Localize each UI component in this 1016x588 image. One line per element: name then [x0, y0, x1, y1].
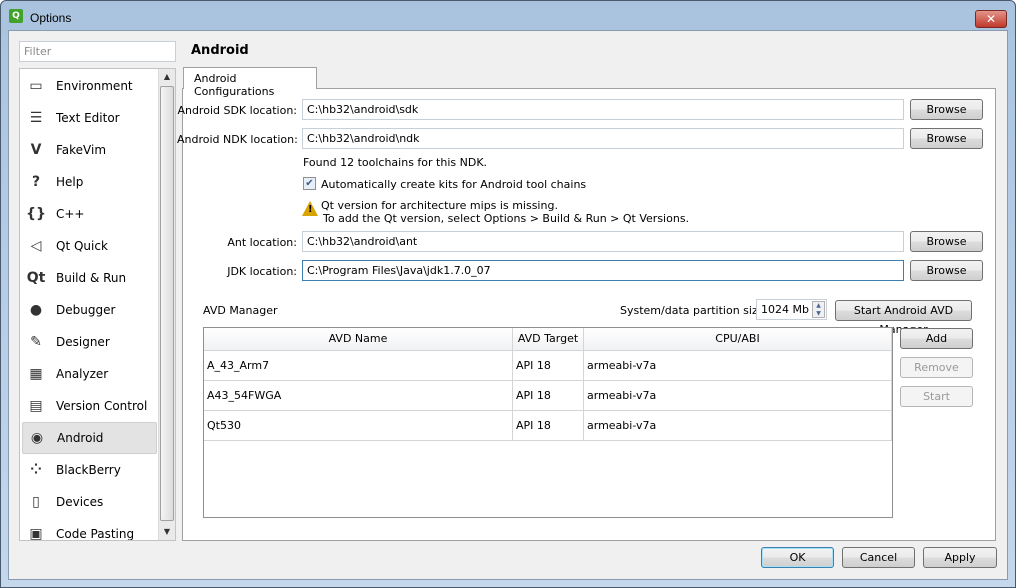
- qt-logo-icon: Q: [9, 9, 23, 23]
- page-title: Android: [191, 43, 249, 58]
- ndk-label: Android NDK location:: [177, 133, 298, 146]
- ndk-location-input[interactable]: [302, 128, 904, 149]
- ndk-browse-button[interactable]: Browse: [910, 128, 983, 149]
- auto-kits-label[interactable]: Automatically create kits for Android to…: [321, 178, 586, 191]
- jdk-label: JDK location:: [227, 265, 297, 278]
- jdk-browse-button[interactable]: Browse: [910, 260, 983, 281]
- sidebar-item-help[interactable]: ? Help: [22, 166, 157, 198]
- remove-avd-button[interactable]: Remove: [900, 357, 973, 378]
- sidebar-item-qt-quick[interactable]: ◁ Qt Quick: [22, 230, 157, 262]
- sidebar-item-devices[interactable]: ▯ Devices: [22, 486, 157, 518]
- sdk-label: Android SDK location:: [177, 104, 297, 117]
- debugger-icon: ●: [29, 302, 43, 318]
- analyzer-icon: ▦: [29, 366, 43, 382]
- sidebar-item-debugger[interactable]: ● Debugger: [22, 294, 157, 326]
- close-button[interactable]: ✕: [975, 10, 1007, 28]
- sidebar-item-label: BlackBerry: [56, 463, 121, 477]
- partition-size-value: 1024 Mb: [761, 303, 809, 316]
- jdk-location-input[interactable]: [302, 260, 904, 281]
- sidebar-item-label: Devices: [56, 495, 104, 509]
- table-cell[interactable]: armeabi-v7a: [584, 411, 892, 441]
- sidebar-scrollbar[interactable]: ▲ ▼: [158, 69, 175, 540]
- sidebar-item-label: Analyzer: [56, 367, 109, 381]
- ant-label: Ant location:: [227, 236, 297, 249]
- spin-arrows-icon[interactable]: ▲ ▼: [812, 301, 825, 318]
- sidebar-item-label: C++: [56, 207, 85, 221]
- build-run-icon: Qt: [26, 270, 46, 286]
- table-cell[interactable]: API 18: [513, 351, 584, 381]
- table-cell[interactable]: armeabi-v7a: [584, 381, 892, 411]
- sidebar-list: ▭ Environment ☰ Text Editor V FakeVim? Help {} C…: [19, 68, 176, 541]
- warning-line-1: Qt version for architecture mips is miss…: [321, 199, 558, 212]
- sidebar-item-label: FakeVim: [56, 143, 107, 157]
- filter-input[interactable]: [19, 41, 176, 62]
- avd-manager-label: AVD Manager: [203, 304, 278, 317]
- sidebar-item-text-editor[interactable]: ☰ Text Editor: [22, 102, 157, 134]
- sidebar-item-label: Debugger: [56, 303, 116, 317]
- text-editor-icon: ☰: [29, 110, 43, 126]
- ok-button[interactable]: OK: [761, 547, 834, 568]
- avd-table: AVD Name AVD Target CPU/ABI A_43_Arm7 API 18…: [203, 327, 893, 518]
- warning-line-2: To add the Qt version, select Options > …: [323, 212, 690, 225]
- designer-icon: ✎: [30, 334, 42, 350]
- version-control-icon: ▤: [29, 398, 43, 414]
- toolchains-found-text: Found 12 toolchains for this NDK.: [303, 156, 488, 169]
- sidebar-item-code-pasting[interactable]: ▣ Code Pasting: [22, 518, 157, 541]
- blackberry-icon: ⁘: [30, 462, 42, 478]
- auto-kits-checkbox[interactable]: ✔: [303, 177, 316, 190]
- sidebar-item-label: Text Editor: [56, 111, 120, 125]
- column-header[interactable]: AVD Name: [204, 328, 513, 351]
- scrollbar-thumb[interactable]: [160, 86, 174, 521]
- fakevim-icon: V: [30, 142, 42, 158]
- android-icon: ◉: [30, 430, 44, 446]
- scroll-up-icon[interactable]: ▲: [159, 69, 175, 85]
- tab-android-configurations[interactable]: Android Configurations: [183, 67, 317, 98]
- sidebar-item-analyzer[interactable]: ▦ Analyzer: [22, 358, 157, 390]
- start-avd-manager-button[interactable]: Start Android AVD Manager: [835, 300, 972, 336]
- warning-mark: !: [308, 204, 313, 215]
- scroll-down-icon[interactable]: ▼: [159, 524, 175, 540]
- add-avd-button[interactable]: Add: [900, 328, 973, 349]
- sdk-browse-button[interactable]: Browse: [910, 99, 983, 120]
- table-cell[interactable]: armeabi-v7a: [584, 351, 892, 381]
- window-title: Options: [30, 11, 72, 25]
- sidebar-item-label: Code Pasting: [56, 527, 135, 541]
- sidebar-item-label: Version Control: [56, 399, 148, 413]
- table-cell[interactable]: API 18: [513, 381, 584, 411]
- partition-size-spinbox[interactable]: 1024 Mb ▲ ▼: [756, 299, 827, 320]
- sdk-location-input[interactable]: [302, 99, 904, 120]
- apply-button[interactable]: Apply: [923, 547, 997, 568]
- sidebar-item-fakevim[interactable]: V FakeVim: [22, 134, 157, 166]
- sidebar-item-label: Build & Run: [56, 271, 127, 285]
- start-avd-button[interactable]: Start: [900, 386, 973, 407]
- sidebar-item-c-[interactable]: {} C++: [22, 198, 157, 230]
- qt-quick-icon: ◁: [30, 238, 42, 254]
- sidebar-item-label: Android: [57, 431, 104, 445]
- table-cell[interactable]: Qt530: [204, 411, 513, 441]
- devices-icon: ▯: [32, 494, 40, 510]
- sidebar-item-label: Designer: [56, 335, 110, 349]
- sidebar-item-android[interactable]: ◉ Android: [22, 422, 157, 454]
- ant-browse-button[interactable]: Browse: [910, 231, 983, 252]
- cpp-icon: {}: [26, 206, 46, 222]
- help-icon: ?: [31, 174, 41, 190]
- sidebar-item-blackberry[interactable]: ⁘ BlackBerry: [22, 454, 157, 486]
- table-cell[interactable]: A43_54FWGA: [204, 381, 513, 411]
- monitor-icon: ▭: [29, 78, 43, 94]
- sidebar-item-label: Environment: [56, 79, 133, 93]
- sidebar-item-version-control[interactable]: ▤ Version Control: [22, 390, 157, 422]
- table-cell[interactable]: A_43_Arm7: [204, 351, 513, 381]
- sidebar-item-build-run[interactable]: Qt Build & Run: [22, 262, 157, 294]
- sidebar-item-label: Qt Quick: [56, 239, 108, 253]
- ant-location-input[interactable]: [302, 231, 904, 252]
- sidebar-item-designer[interactable]: ✎ Designer: [22, 326, 157, 358]
- code-pasting-icon: ▣: [29, 526, 43, 541]
- table-cell[interactable]: API 18: [513, 411, 584, 441]
- cancel-button[interactable]: Cancel: [842, 547, 915, 568]
- column-header[interactable]: AVD Target: [513, 328, 584, 351]
- column-header[interactable]: CPU/ABI: [584, 328, 892, 351]
- sidebar-item-label: Help: [56, 175, 84, 189]
- partition-size-label: System/data partition size:: [620, 304, 769, 317]
- sidebar-item-environment[interactable]: ▭ Environment: [22, 70, 157, 102]
